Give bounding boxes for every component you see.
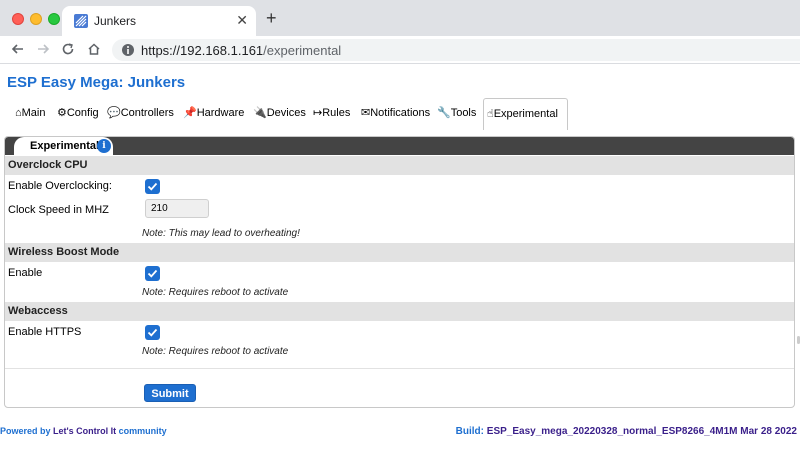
info-icon[interactable]: i: [97, 139, 111, 153]
submit-button[interactable]: Submit: [144, 384, 196, 402]
enable-overclocking-label: Enable Overclocking:: [8, 180, 112, 192]
section-header-overclock: Overclock CPU: [5, 156, 794, 175]
wireless-enable-checkbox[interactable]: [145, 266, 160, 281]
new-tab-button[interactable]: +: [266, 9, 277, 27]
powered-link[interactable]: Let's Control It: [53, 426, 116, 436]
webaccess-note: Note: Requires reboot to activate: [142, 346, 289, 357]
url-host: https://192.168.1.161: [141, 43, 264, 58]
section-header-wireless: Wireless Boost Mode: [5, 243, 794, 262]
menu-item-controllers[interactable]: 💬Controllers: [104, 98, 177, 129]
menu-item-hardware[interactable]: 📌Hardware: [180, 98, 247, 129]
minimize-window-button[interactable]: [30, 13, 42, 25]
url-text: https://192.168.1.161/experimental: [141, 43, 341, 58]
page-title: ESP Easy Mega: Junkers: [7, 74, 186, 91]
menu-item-notifications[interactable]: ✉Notifications: [358, 98, 433, 129]
menu-item-rules[interactable]: ↦Rules: [310, 98, 353, 129]
wireless-enable-label: Enable: [8, 267, 43, 279]
back-arrow-icon[interactable]: [10, 40, 26, 58]
site-info-icon[interactable]: [121, 43, 135, 57]
menu-item-main[interactable]: ⌂Main: [12, 98, 49, 129]
enable-overclocking-checkbox[interactable]: [145, 179, 160, 194]
enable-https-label: Enable HTTPS: [8, 326, 82, 338]
enable-https-checkbox[interactable]: [145, 325, 160, 340]
clock-speed-input[interactable]: 210: [145, 199, 209, 218]
footer-powered-by: Powered by Let's Control It community: [0, 426, 167, 436]
browser-tabstrip: Junkers ✕ +: [0, 0, 800, 36]
experimental-card: Experimental i Overclock CPU Enable Over…: [4, 136, 795, 408]
menu-item-devices[interactable]: 🔌Devices: [250, 98, 309, 129]
browser-tab[interactable]: Junkers ✕: [62, 6, 256, 36]
maximize-window-button[interactable]: [48, 13, 60, 25]
clock-speed-label: Clock Speed in MHZ: [8, 204, 109, 216]
powered-suffix: community: [116, 426, 167, 436]
footer-build: Build: ESP_Easy_mega_20220328_normal_ESP…: [456, 426, 797, 437]
tab-title: Junkers: [94, 14, 137, 28]
favicon-icon: [74, 14, 88, 28]
menu-item-experimental[interactable]: ☝Experimental: [483, 98, 568, 130]
browser-toolbar: https://192.168.1.161/experimental: [0, 36, 800, 64]
tab-close-icon[interactable]: ✕: [236, 12, 248, 28]
powered-prefix: Powered by: [0, 426, 54, 436]
build-prefix: Build:: [455, 426, 487, 437]
wireless-note: Note: Requires reboot to activate: [142, 287, 289, 298]
address-bar[interactable]: https://192.168.1.161/experimental: [112, 39, 800, 61]
build-version: ESP_Easy_mega_20220328_normal_ESP8266_4M…: [486, 426, 797, 437]
card-header-bar: Experimental i: [5, 137, 794, 155]
main-menu: ⌂Main ⚙Config 💬Controllers 📌Hardware 🔌De…: [0, 98, 800, 130]
overclock-note: Note: This may lead to overheating!: [142, 228, 300, 239]
divider: [5, 368, 794, 369]
menu-item-config[interactable]: ⚙Config: [54, 98, 102, 129]
reload-icon[interactable]: [60, 40, 76, 58]
forward-arrow-icon[interactable]: [35, 40, 51, 58]
url-path: /experimental: [263, 43, 342, 58]
close-window-button[interactable]: [12, 13, 24, 25]
section-header-webaccess: Webaccess: [5, 302, 794, 321]
menu-item-tools[interactable]: 🔧Tools: [434, 98, 479, 129]
home-icon[interactable]: [86, 40, 102, 58]
